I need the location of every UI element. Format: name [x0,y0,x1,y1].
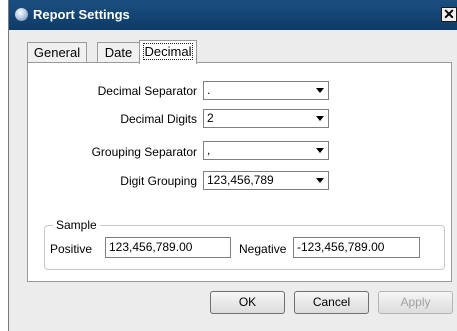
app-icon [15,8,28,21]
positive-label: Positive [50,242,93,256]
close-icon: ✕ [443,6,455,22]
apply-button[interactable]: Apply [378,291,453,314]
tab-general[interactable]: General [27,42,87,62]
chevron-down-icon [316,148,324,153]
negative-sample-value: -123,456,789.00 [297,240,385,254]
digit-grouping-label: Digit Grouping [120,174,197,188]
decimal-digits-value: 2 [207,111,214,125]
grouping-separator-select[interactable]: , [203,141,329,160]
title-bar[interactable]: Report Settings ✕ [9,0,457,30]
cancel-button[interactable]: Cancel [294,291,369,314]
chevron-down-icon [316,88,324,93]
decimal-separator-value: . [207,83,211,97]
digit-grouping-value: 123,456,789 [207,173,274,187]
apply-button-label: Apply [400,295,431,309]
positive-sample-value: 123,456,789.00 [109,240,193,254]
positive-sample-field[interactable]: 123,456,789.00 [105,237,231,258]
digit-grouping-select[interactable]: 123,456,789 [203,171,329,190]
decimal-digits-select[interactable]: 2 [203,109,329,128]
decimal-separator-label: Decimal Separator [97,84,197,98]
negative-label: Negative [239,242,287,256]
grouping-separator-value: , [207,143,211,157]
grouping-separator-label: Grouping Separator [91,145,197,159]
decimal-digits-label: Decimal Digits [120,112,197,126]
negative-sample-field[interactable]: -123,456,789.00 [293,237,420,258]
cancel-button-label: Cancel [312,295,351,309]
report-settings-window: Report Settings ✕ General Date Decimal D… [8,0,457,331]
tab-general-label: General [33,45,81,60]
ok-button[interactable]: OK [210,291,285,314]
tab-date-label: Date [104,45,133,60]
tab-decimal[interactable]: Decimal [139,40,197,64]
ok-button-label: OK [238,295,257,309]
chevron-down-icon [316,178,324,183]
decimal-separator-select[interactable]: . [203,81,329,100]
tab-decimal-label: Decimal [142,43,194,60]
sample-group-legend: Sample [53,218,100,232]
window-title: Report Settings [33,7,130,22]
tab-date[interactable]: Date [97,42,140,62]
chevron-down-icon [316,116,324,121]
close-button[interactable]: ✕ [441,7,457,22]
